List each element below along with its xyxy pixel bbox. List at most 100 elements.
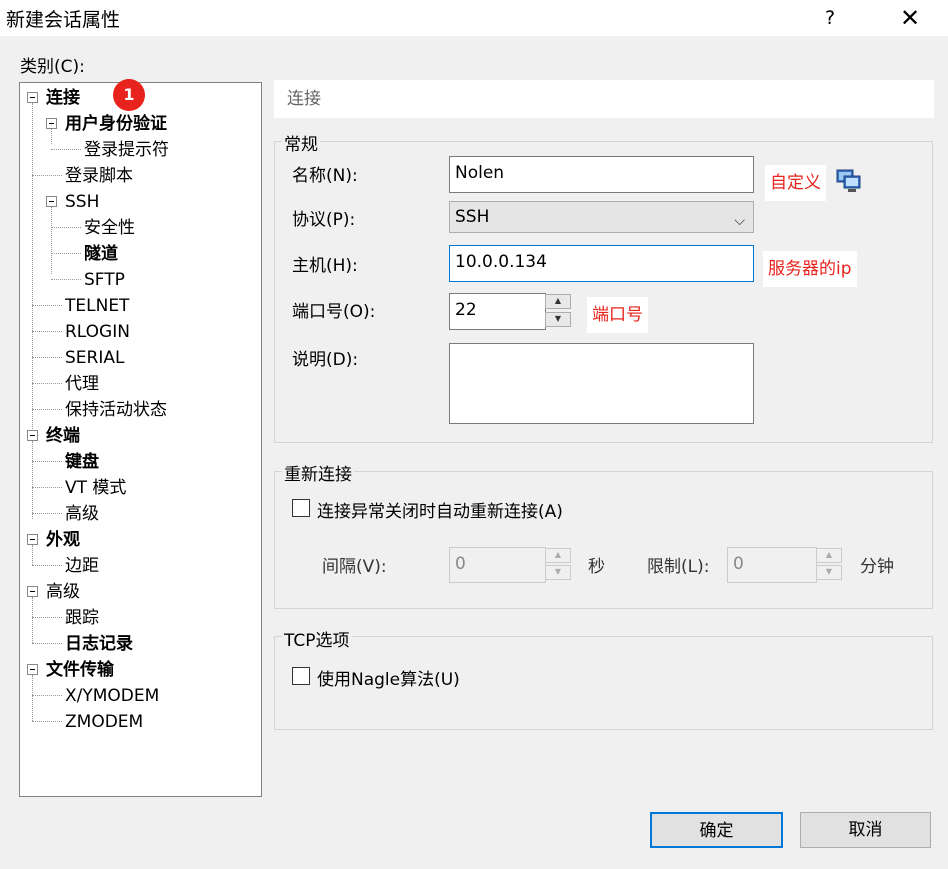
tree-item-file-transfer[interactable]: 文件传输 (46, 657, 114, 683)
tree-guide (51, 279, 81, 280)
tree-item-appearance[interactable]: 外观 (46, 527, 80, 553)
tree-item-connection[interactable]: 连接 (46, 85, 80, 111)
tree-guide (32, 357, 62, 358)
tree-guide (51, 129, 52, 144)
protocol-value: SSH (455, 207, 490, 227)
tree-guide (32, 643, 62, 644)
spin-up-icon[interactable]: ▲ (545, 294, 571, 309)
tree-item-tunnel[interactable]: 隧道 (84, 241, 118, 267)
tree-guide (32, 675, 33, 721)
tree-item-advanced[interactable]: 高级 (46, 579, 80, 605)
protocol-label: 协议(P): (292, 210, 356, 230)
port-annotation: 端口号 (587, 297, 648, 333)
limit-unit: 分钟 (860, 557, 894, 577)
tree-item-login-script[interactable]: 登录脚本 (65, 163, 133, 189)
close-button[interactable]: ✕ (896, 4, 924, 32)
tree-guide (32, 175, 62, 176)
tree-guide (32, 461, 62, 462)
spin-down-icon[interactable]: ▼ (545, 565, 571, 580)
tree-guide (32, 617, 62, 618)
tree-item-telnet[interactable]: TELNET (65, 293, 129, 319)
tree-item-rlogin[interactable]: RLOGIN (65, 319, 130, 345)
limit-label: 限制(L): (647, 557, 710, 577)
tree-guide (32, 565, 62, 566)
tree-guide (32, 441, 33, 519)
tree-guide (32, 695, 62, 696)
general-legend: 常规 (282, 130, 320, 155)
tree-item-security[interactable]: 安全性 (84, 215, 135, 241)
spin-down-icon[interactable]: ▼ (816, 565, 842, 580)
tree-guide (32, 305, 62, 306)
category-label: 类别(C): (20, 57, 85, 77)
tree-guide (32, 513, 62, 514)
tree-item-ssh[interactable]: SSH (65, 189, 99, 215)
tree-item-margins[interactable]: 边距 (65, 553, 99, 579)
tree-item-serial[interactable]: SERIAL (65, 345, 124, 371)
spin-up-icon[interactable]: ▲ (545, 548, 571, 563)
interval-unit: 秒 (588, 557, 605, 577)
window-title: 新建会话属性 (6, 9, 121, 31)
tree-guide (32, 383, 62, 384)
port-field[interactable]: 22 (449, 293, 546, 330)
nagle-checkbox-label[interactable]: 使用Nagle算法(U) (317, 665, 460, 690)
tree-item-terminal-advanced[interactable]: 高级 (65, 501, 99, 527)
reconnect-legend: 重新连接 (282, 460, 354, 485)
session-icon[interactable] (834, 166, 862, 194)
interval-label: 间隔(V): (322, 557, 387, 577)
tree-guide (32, 545, 33, 565)
tree-item-user-auth[interactable]: 用户身份验证 (65, 111, 167, 137)
reconnect-checkbox[interactable] (292, 499, 310, 517)
tree-guide (51, 207, 52, 274)
interval-field[interactable]: 0 (449, 547, 546, 583)
name-annotation: 自定义 (765, 165, 826, 201)
tree-guide (32, 487, 62, 488)
help-button[interactable]: ? (816, 4, 844, 32)
interval-spinner[interactable]: ▲ ▼ (545, 548, 571, 582)
collapse-icon[interactable] (27, 586, 38, 597)
port-spinner[interactable]: ▲ ▼ (545, 294, 571, 329)
collapse-icon[interactable] (46, 118, 57, 129)
tree-item-zmodem[interactable]: ZMODEM (65, 709, 143, 735)
limit-field[interactable]: 0 (727, 547, 817, 583)
spin-down-icon[interactable]: ▼ (545, 312, 571, 327)
tree-item-keepalive[interactable]: 保持活动状态 (65, 397, 167, 423)
cancel-button[interactable]: 取消 (800, 812, 931, 848)
name-field[interactable]: Nolen (449, 156, 754, 193)
category-tree[interactable]: 连接 用户身份验证 登录提示符 登录脚本 SSH 安全性 隧道 SFTP TEL… (19, 82, 262, 797)
tree-item-vt-mode[interactable]: VT 模式 (65, 475, 126, 501)
tree-item-logging[interactable]: 日志记录 (65, 631, 133, 657)
collapse-icon[interactable] (27, 664, 38, 675)
tree-item-keyboard[interactable]: 键盘 (65, 449, 99, 475)
step-badge: 1 (113, 79, 145, 111)
tree-item-login-prompt[interactable]: 登录提示符 (84, 137, 169, 163)
limit-spinner[interactable]: ▲ ▼ (816, 548, 842, 582)
tree-guide (32, 409, 62, 410)
tcp-legend: TCP选项 (282, 626, 352, 651)
tree-item-trace[interactable]: 跟踪 (65, 605, 99, 631)
description-field[interactable] (449, 343, 754, 424)
collapse-icon[interactable] (46, 196, 57, 207)
tree-item-proxy[interactable]: 代理 (65, 371, 99, 397)
tree-item-sftp[interactable]: SFTP (84, 267, 125, 293)
collapse-icon[interactable] (27, 534, 38, 545)
spin-up-icon[interactable]: ▲ (816, 548, 842, 563)
collapse-icon[interactable] (27, 430, 38, 441)
collapse-icon[interactable] (27, 92, 38, 103)
protocol-select[interactable]: SSH ⌵ (449, 201, 754, 233)
nagle-checkbox[interactable] (292, 667, 310, 685)
tree-guide (51, 227, 81, 228)
tree-guide (32, 331, 62, 332)
name-label: 名称(N): (292, 166, 358, 186)
title-bar: 新建会话属性 ? ✕ (0, 0, 948, 36)
tree-guide (51, 253, 81, 254)
tree-item-xymodem[interactable]: X/YMODEM (65, 683, 159, 709)
host-field[interactable]: 10.0.0.134 (449, 245, 754, 282)
ok-button[interactable]: 确定 (650, 812, 783, 848)
host-annotation: 服务器的ip (763, 251, 857, 287)
reconnect-checkbox-label[interactable]: 连接异常关闭时自动重新连接(A) (317, 497, 563, 522)
host-label: 主机(H): (292, 256, 358, 276)
reconnect-group (274, 471, 933, 609)
tree-item-terminal[interactable]: 终端 (46, 423, 80, 449)
tree-guide (51, 149, 81, 150)
chevron-down-icon: ⌵ (734, 213, 745, 229)
